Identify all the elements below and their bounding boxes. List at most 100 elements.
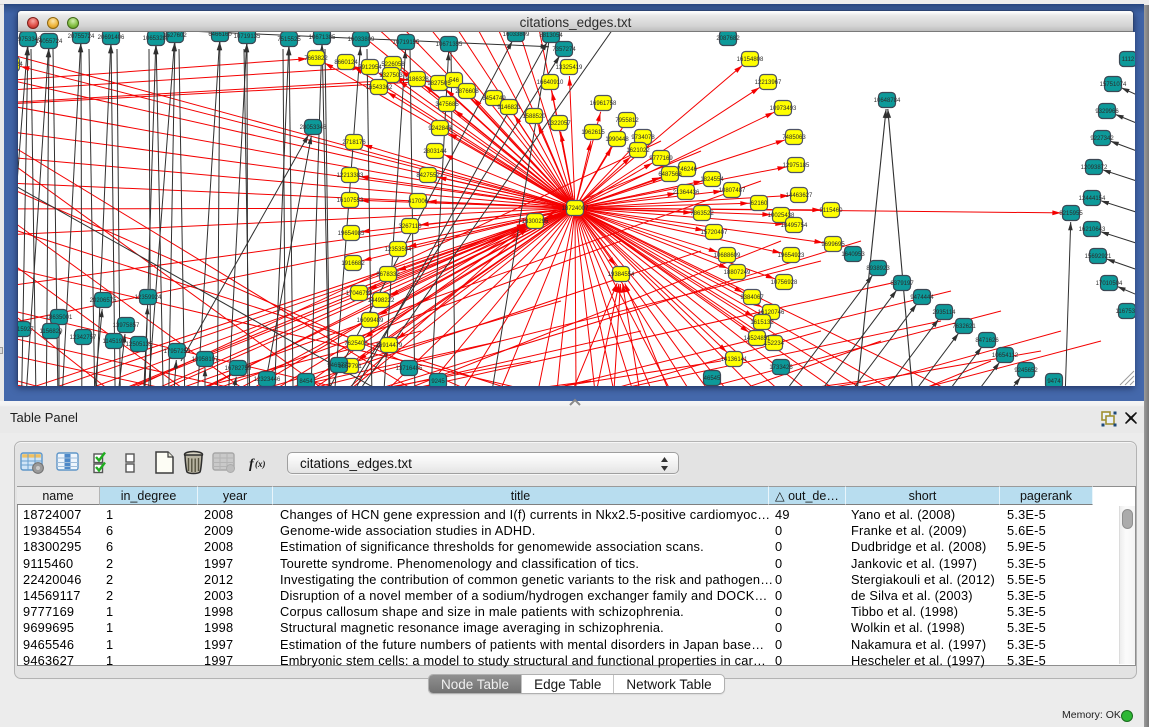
- svg-text:15720407: 15720407: [701, 230, 728, 236]
- svg-text:16033809: 16033809: [348, 37, 375, 43]
- svg-text:18724007: 18724007: [562, 206, 589, 212]
- svg-text:1527602: 1527602: [163, 33, 187, 39]
- svg-text:1112: 1112: [1122, 57, 1135, 63]
- svg-text:10973493: 10973493: [770, 106, 797, 112]
- svg-text:14136141: 14136141: [721, 357, 748, 363]
- svg-text:17957255: 17957255: [164, 349, 191, 355]
- svg-text:546: 546: [449, 78, 460, 84]
- svg-text:6379197: 6379197: [890, 281, 914, 287]
- svg-text:3860124: 3860124: [18, 62, 23, 68]
- svg-text:14055724: 14055724: [36, 39, 63, 45]
- svg-text:13958107: 13958107: [192, 357, 219, 363]
- svg-text:13975857: 13975857: [113, 323, 140, 329]
- svg-text:10807487: 10807487: [719, 188, 746, 194]
- svg-text:18635001: 18635001: [46, 315, 73, 321]
- svg-text:15692921: 15692921: [1085, 254, 1112, 260]
- svg-text:8938923: 8938923: [866, 266, 890, 272]
- svg-text:1167534: 1167534: [1116, 309, 1135, 315]
- svg-text:7357274: 7357274: [552, 47, 576, 53]
- svg-text:16543362: 16543362: [366, 85, 393, 91]
- svg-text:8660124: 8660124: [334, 60, 358, 66]
- svg-text:15751074: 15751074: [1100, 82, 1127, 88]
- svg-text:2803144: 2803144: [423, 149, 447, 155]
- svg-text:19654985: 19654985: [338, 231, 365, 237]
- svg-text:16154808: 16154808: [737, 57, 764, 63]
- svg-text:8678332: 8678332: [376, 272, 400, 278]
- svg-text:18807249: 18807249: [724, 270, 751, 276]
- svg-text:13716485: 13716485: [396, 366, 423, 372]
- svg-text:1588520: 1588520: [522, 114, 546, 120]
- svg-text:6487568: 6487568: [658, 172, 682, 178]
- svg-text:8186328: 8186328: [405, 77, 429, 83]
- svg-text:1733426: 1733426: [769, 365, 793, 371]
- svg-text:417006: 417006: [408, 199, 429, 205]
- svg-text:16210643: 16210643: [1079, 227, 1106, 233]
- svg-text:2087682: 2087682: [716, 36, 740, 42]
- svg-text:9777169: 9777169: [649, 156, 673, 162]
- svg-text:1990448: 1990448: [605, 137, 629, 143]
- svg-text:8427552: 8427552: [416, 173, 440, 179]
- svg-text:9699695: 9699695: [821, 242, 845, 248]
- svg-text:7663822: 7663822: [304, 56, 328, 62]
- svg-text:10688609: 10688609: [714, 253, 741, 259]
- svg-text:9146821: 9146821: [497, 105, 521, 111]
- svg-text:3475685: 3475685: [435, 102, 459, 108]
- svg-text:10756928: 10756928: [771, 280, 798, 286]
- svg-text:13325419: 13325419: [556, 65, 583, 71]
- svg-text:12323446: 12323446: [254, 377, 281, 383]
- svg-text:9827505: 9827505: [427, 81, 451, 87]
- svg-text:1640953: 1640953: [841, 252, 865, 258]
- svg-text:12505135: 12505135: [126, 342, 153, 348]
- svg-text:10719135: 10719135: [234, 34, 261, 40]
- svg-text:2718176: 2718176: [342, 140, 366, 146]
- svg-text:12444154: 12444154: [1079, 196, 1106, 202]
- svg-text:18300295: 18300295: [522, 219, 549, 225]
- svg-text:3267110: 3267110: [399, 224, 423, 230]
- svg-text:16782759: 16782759: [225, 366, 252, 372]
- svg-text:12213383: 12213383: [337, 173, 364, 179]
- svg-text:12342757: 12342757: [70, 335, 97, 341]
- svg-text:20206575: 20206575: [90, 298, 117, 304]
- svg-text:18495754: 18495754: [781, 223, 808, 229]
- svg-text:20755724: 20755724: [68, 34, 95, 40]
- svg-text:7625402: 7625402: [344, 341, 368, 347]
- svg-text:19654923: 19654923: [778, 253, 805, 259]
- svg-text:10654112: 10654112: [992, 353, 1019, 359]
- svg-text:9465771: 9465771: [327, 363, 351, 369]
- svg-text:9329966: 9329966: [1095, 109, 1119, 115]
- svg-text:12359924: 12359924: [135, 295, 162, 301]
- svg-text:9115460: 9115460: [820, 208, 844, 214]
- svg-text:(x): (x): [255, 459, 266, 469]
- svg-text:16107553: 16107553: [337, 198, 364, 204]
- svg-text:7632621: 7632621: [952, 324, 976, 330]
- svg-text:7515525: 7515525: [277, 37, 301, 43]
- svg-text:1824554: 1824554: [700, 177, 724, 183]
- svg-text:8471626: 8471626: [975, 338, 999, 344]
- svg-text:16961758: 16961758: [590, 101, 617, 107]
- svg-text:20691406: 20691406: [98, 35, 125, 41]
- svg-text:16099489: 16099489: [357, 318, 384, 324]
- svg-text:1145193: 1145193: [103, 339, 127, 345]
- svg-text:3915927: 3915927: [18, 327, 34, 333]
- svg-text:16033809: 16033809: [503, 32, 530, 38]
- svg-text:3912954: 3912954: [358, 65, 382, 71]
- svg-text:62160: 62160: [751, 201, 768, 207]
- svg-text:14463627: 14463627: [786, 193, 813, 199]
- svg-text:12353594: 12353594: [385, 247, 412, 253]
- svg-text:9242843: 9242843: [428, 126, 452, 132]
- svg-text:1322057: 1322057: [547, 121, 571, 127]
- svg-text:16120746: 16120746: [758, 310, 785, 316]
- svg-text:9734078: 9734078: [631, 135, 655, 141]
- svg-text:16914479: 16914479: [376, 343, 403, 349]
- svg-text:2935114: 2935114: [933, 310, 957, 316]
- svg-text:9327503: 9327503: [379, 73, 403, 79]
- svg-text:6466160: 6466160: [208, 32, 232, 38]
- svg-text:8454: 8454: [299, 379, 313, 385]
- svg-text:12093872: 12093872: [1081, 165, 1108, 171]
- svg-text:10648784: 10648784: [874, 98, 901, 104]
- svg-text:9384067: 9384067: [740, 295, 764, 301]
- svg-text:1156829: 1156829: [40, 329, 64, 335]
- svg-text:1615132: 1615132: [750, 320, 774, 326]
- svg-text:10671355: 10671355: [436, 42, 463, 48]
- svg-text:10025438: 10025438: [768, 213, 795, 219]
